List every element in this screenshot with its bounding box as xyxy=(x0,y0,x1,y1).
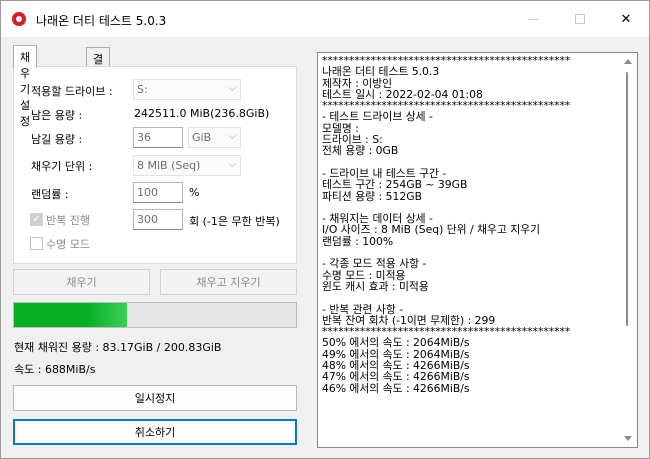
log-line: 파티션 용량 : 512GB xyxy=(322,189,422,203)
filled-capacity-text: 현재 채워진 용량 : 83.17GiB / 200.83GiB xyxy=(14,341,222,354)
fill-button[interactable]: 채우기 xyxy=(13,269,150,295)
app-window: 나래온 더티 테스트 5.0.3 ✕ 채우기 설정 결과 호환성 적용할 드라이… xyxy=(0,0,650,459)
pause-button[interactable]: 일시정지 xyxy=(13,385,297,411)
speed-text: 속도 : 688MiB/s xyxy=(14,363,96,376)
log-line: 나래온 더티 테스트 5.0.3 xyxy=(322,65,440,79)
chevron-down-icon: ⌵ xyxy=(228,159,236,170)
tab-fill-settings[interactable]: 채우기 설정 xyxy=(13,45,38,128)
cancel-button[interactable]: 취소하기 xyxy=(13,419,297,445)
log-line: 테스트 구간 : 254GB ~ 39GB xyxy=(322,178,468,192)
remaining-label: 남은 용량 : xyxy=(31,109,83,122)
window-title: 나래온 더티 테스트 5.0.3 xyxy=(36,14,167,28)
repeat-count-input[interactable]: 300 xyxy=(133,209,183,230)
fill-and-erase-button[interactable]: 채우고 지우기 xyxy=(160,269,297,295)
log-line: 46% 에서의 속도 : 4266MiB/s xyxy=(322,381,470,395)
log-lines: ****************************************… xyxy=(322,55,618,394)
fill-unit-value: 8 MiB (Seq) xyxy=(137,159,201,172)
log-line: 47% 에서의 속도 : 4266MiB/s xyxy=(322,370,470,384)
drive-label: 적용할 드라이브 : xyxy=(31,85,113,98)
close-button[interactable]: ✕ xyxy=(603,1,649,37)
fill-unit-select[interactable]: 8 MiB (Seq) ⌵ xyxy=(133,155,241,176)
fill-progress-bar xyxy=(13,302,297,328)
repeat-checkbox[interactable]: ✓ xyxy=(30,213,43,226)
random-rate-label: 랜덤률 : xyxy=(31,188,69,201)
minimize-button[interactable] xyxy=(511,1,557,37)
repeat-suffix: 회 (-1은 무한 반복) xyxy=(189,215,280,228)
lifetime-mode-checkbox[interactable] xyxy=(30,237,43,250)
close-icon: ✕ xyxy=(620,11,632,27)
drive-select[interactable]: S: ⌵ xyxy=(133,79,241,100)
test-log-textarea[interactable]: ****************************************… xyxy=(317,52,638,448)
title-bar[interactable]: 나래온 더티 테스트 5.0.3 ✕ xyxy=(1,1,649,37)
drive-select-value: S: xyxy=(137,83,148,96)
log-line: - 각종 모드 적용 사항 - xyxy=(322,257,427,271)
remaining-value: 242511.0 MiB(236.8GiB) xyxy=(134,107,270,120)
log-scrollbar[interactable] xyxy=(620,54,636,446)
chevron-down-icon: ⌵ xyxy=(228,131,236,142)
leave-unit-select[interactable]: GiB ⌵ xyxy=(188,127,241,148)
leave-unit-value: GiB xyxy=(192,131,212,144)
random-rate-input[interactable]: 100 xyxy=(133,182,183,203)
scroll-thumb[interactable] xyxy=(626,72,628,326)
chevron-down-icon: ⌵ xyxy=(228,83,236,94)
fill-settings-panel: 적용할 드라이브 : S: ⌵ 남은 용량 : 242511.0 MiB(236… xyxy=(13,66,297,264)
repeat-label: 반복 진행 xyxy=(46,214,90,227)
leave-capacity-label: 남길 용량 : xyxy=(31,133,83,146)
check-icon: ✓ xyxy=(32,214,41,225)
log-line: 랜덤률 : 100% xyxy=(322,234,394,248)
fill-unit-label: 채우기 단위 : xyxy=(31,160,93,173)
scroll-up-icon[interactable] xyxy=(624,59,632,64)
maximize-button[interactable] xyxy=(557,1,603,37)
maximize-icon xyxy=(575,14,585,24)
minimize-icon xyxy=(529,18,539,20)
scroll-down-icon[interactable] xyxy=(624,436,632,441)
leave-capacity-input[interactable]: 36 xyxy=(133,127,183,148)
random-rate-suffix: % xyxy=(189,186,200,199)
app-logo-icon xyxy=(12,12,26,26)
progress-fill xyxy=(14,303,127,327)
tab-result-compat[interactable]: 결과 호환성 xyxy=(86,47,111,130)
log-line: - 테스트 드라이브 상세 - xyxy=(322,110,433,124)
log-line: 전체 용량 : 0GB xyxy=(322,144,399,158)
lifetime-mode-label: 수명 모드 xyxy=(46,238,90,251)
log-line: 윈도 캐시 효과 : 미적용 xyxy=(322,279,429,293)
